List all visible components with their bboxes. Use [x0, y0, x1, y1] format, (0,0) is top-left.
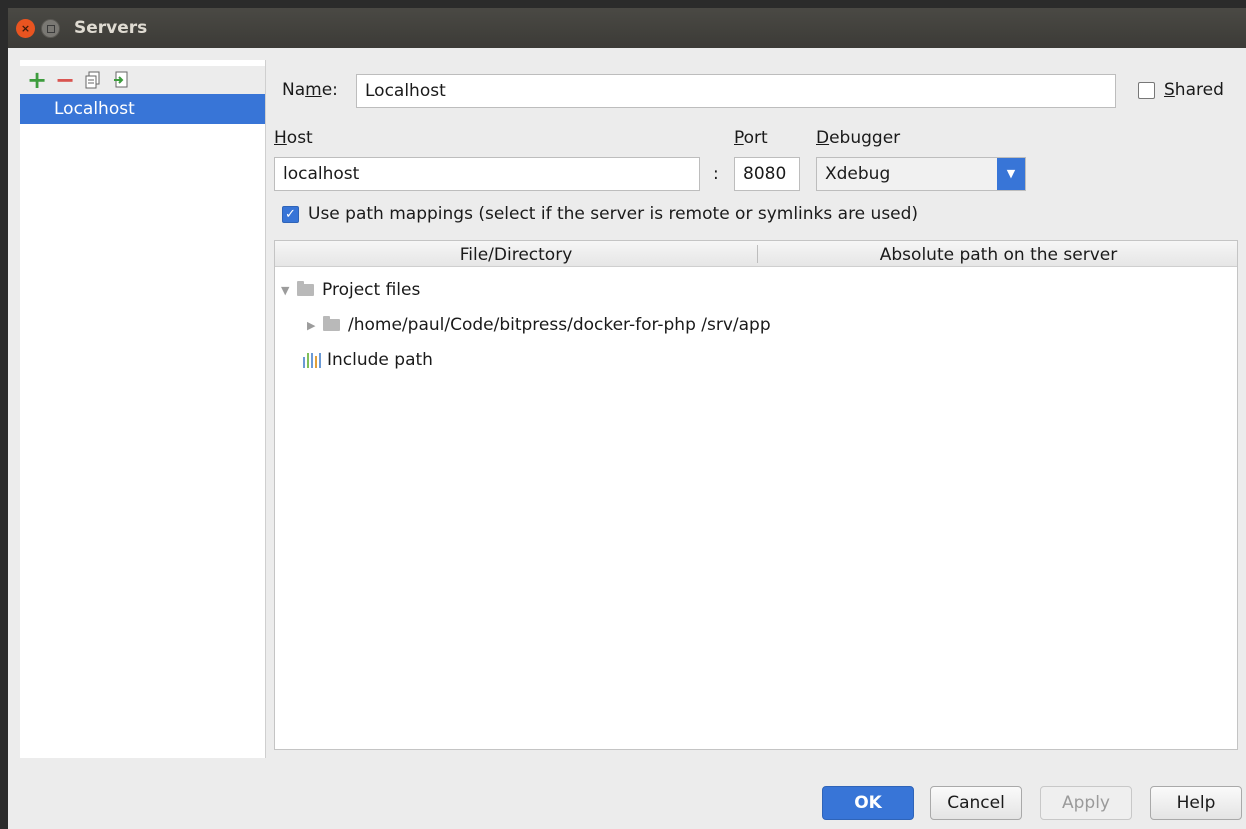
servers-dialog: × Servers + − Localhost Name: Localhost … [8, 8, 1246, 829]
server-list-toolbar: + − [20, 66, 265, 94]
folder-icon [297, 281, 314, 296]
window-title: Servers [74, 18, 148, 38]
port-field[interactable]: 8080 [734, 157, 800, 191]
host-field[interactable]: localhost [274, 157, 700, 191]
copy-icon[interactable] [84, 71, 102, 89]
folder-icon [323, 316, 340, 331]
column-header-server-path[interactable]: Absolute path on the server [758, 241, 1239, 267]
tree-row-project-files[interactable]: ▼ Project files [281, 275, 420, 305]
apply-button[interactable]: Apply [1040, 786, 1132, 820]
table-header: File/Directory Absolute path on the serv… [275, 241, 1237, 267]
host-port-separator: : [713, 164, 719, 184]
port-label: Port [734, 128, 768, 148]
plus-icon[interactable]: + [27, 68, 47, 92]
minimize-icon[interactable] [41, 19, 60, 38]
tree-row-server-path[interactable]: /srv/app [701, 315, 770, 335]
path-mappings-checkbox[interactable]: ✓ [282, 206, 299, 223]
name-label: Name: [282, 80, 338, 100]
column-header-file-directory[interactable]: File/Directory [275, 241, 757, 267]
ok-button[interactable]: OK [822, 786, 914, 820]
tree-row-local-path: /home/paul/Code/bitpress/docker-for-php [348, 315, 696, 335]
debugger-select[interactable]: Xdebug ▼ [816, 157, 1026, 191]
server-list-panel: + − Localhost [20, 60, 266, 758]
host-label: Host [274, 128, 313, 148]
shared-label[interactable]: Shared [1164, 80, 1224, 100]
library-icon [303, 352, 321, 368]
minus-icon[interactable]: − [55, 68, 75, 92]
close-icon[interactable]: × [16, 19, 35, 38]
server-list-item[interactable]: Localhost [20, 94, 265, 124]
expand-down-icon[interactable]: ▼ [281, 284, 297, 297]
path-mappings-table: File/Directory Absolute path on the serv… [274, 240, 1238, 750]
shared-checkbox[interactable] [1138, 82, 1155, 99]
tree-row-label: Project files [322, 280, 421, 300]
debugger-label: Debugger [816, 128, 901, 148]
tree-row-include-path[interactable]: Include path [303, 345, 433, 375]
tree-row-label: Include path [327, 350, 433, 370]
import-icon[interactable] [112, 71, 130, 89]
help-button[interactable]: Help [1150, 786, 1242, 820]
expand-right-icon[interactable]: ▶ [307, 319, 323, 332]
chevron-down-icon: ▼ [997, 158, 1025, 190]
tree-row-mapping[interactable]: ▶ /home/paul/Code/bitpress/docker-for-ph… [307, 310, 771, 340]
cancel-button[interactable]: Cancel [930, 786, 1022, 820]
name-field[interactable]: Localhost [356, 74, 1116, 108]
path-mappings-label[interactable]: Use path mappings (select if the server … [308, 204, 918, 224]
debugger-value: Xdebug [825, 164, 891, 184]
title-bar: × Servers [8, 8, 1246, 48]
